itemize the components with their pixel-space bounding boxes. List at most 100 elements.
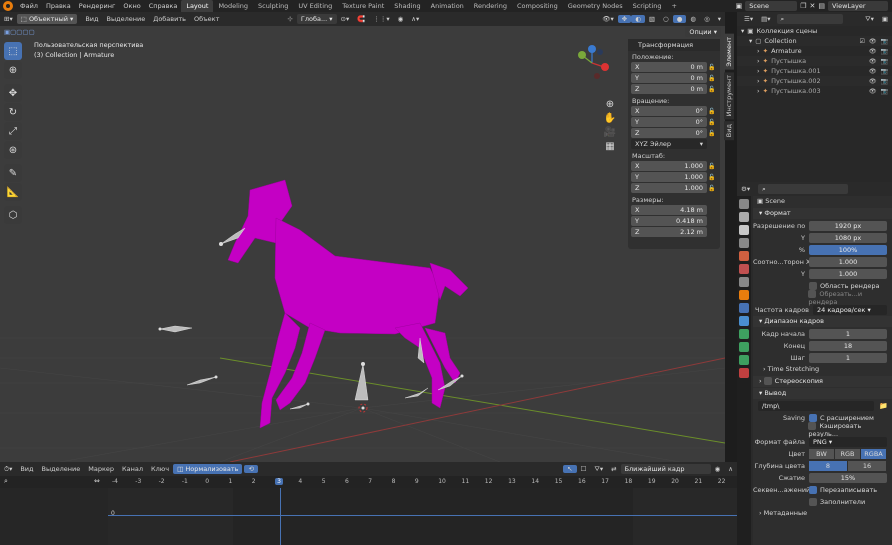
world-tab-icon[interactable] <box>739 264 749 274</box>
sync-icon[interactable]: ⟲ <box>244 465 258 473</box>
lock-icon[interactable]: 🔓 <box>707 130 717 137</box>
dimensions-z-field[interactable]: Z 2.12 m <box>631 227 707 237</box>
gizmo-z-axis-icon[interactable] <box>588 45 596 53</box>
lock-icon[interactable]: 🔓 <box>707 108 717 115</box>
blender-logo-icon[interactable] <box>3 1 13 11</box>
snap-icon[interactable]: 🧲 <box>353 15 369 23</box>
camera-icon[interactable]: 📷 <box>881 38 888 45</box>
mode-selector[interactable]: ⬚ Объектный ▾ <box>16 14 78 24</box>
output-tab-icon[interactable] <box>739 225 749 235</box>
eye-icon[interactable]: 👁 <box>869 68 877 75</box>
delete-scene-icon[interactable]: ✕ <box>810 2 816 10</box>
proportional-icon[interactable]: ◉ <box>711 465 725 473</box>
expand-arrow-icon[interactable]: › <box>757 57 760 65</box>
texture-tab-icon[interactable] <box>739 368 749 378</box>
transform-panel-title[interactable]: Трансформация <box>628 39 720 51</box>
workspace-tab-uv-editing[interactable]: UV Editing <box>293 0 337 12</box>
rotation-y-field[interactable]: Y 0° <box>631 117 707 127</box>
cache-result-checkbox[interactable]: Кэшировать резуль... <box>808 421 892 438</box>
orientation-icon[interactable]: ⊹ <box>283 15 296 23</box>
eye-icon[interactable]: 👁 <box>869 48 877 55</box>
overlay-toggle-icon[interactable]: ◐ <box>631 15 645 23</box>
select-box-mode-icon[interactable]: ▣▢▢▢▢ <box>0 28 39 36</box>
expand-arrow-icon[interactable]: › <box>757 87 760 95</box>
overwrite-checkbox[interactable]: Перезаписывать <box>809 485 877 494</box>
menu-render[interactable]: Рендеринг <box>75 0 120 12</box>
rotation-z-field[interactable]: Z 0° <box>631 128 707 138</box>
only-selected-icon[interactable]: ↖ <box>563 465 577 473</box>
falloff-icon[interactable]: ∧▾ <box>407 15 423 23</box>
tab-tool[interactable]: Инструмент <box>724 71 734 120</box>
scale-y-field[interactable]: Y 1.000 <box>631 172 707 182</box>
tab-view[interactable]: Вид <box>724 121 734 141</box>
filter-icon[interactable]: ⛛▾ <box>861 15 878 24</box>
outliner-row[interactable]: › ✦ Пустышка 👁 📷 <box>737 56 892 66</box>
workspace-tab-animation[interactable]: Animation <box>426 0 469 12</box>
frame-range-panel-header[interactable]: ▾ Диапазон кадров <box>753 316 892 327</box>
outliner-row[interactable]: › ✦ Пустышка.001 👁 📷 <box>737 66 892 76</box>
snap-icon[interactable]: ⇄ <box>607 465 620 473</box>
view-layer-selector[interactable]: ViewLayer <box>828 1 888 11</box>
color-depth-16[interactable]: 16 <box>848 460 886 471</box>
aspect-y-field[interactable]: 1.000 <box>809 268 887 279</box>
search-icon[interactable]: ⌕ <box>4 477 8 486</box>
output-path-input[interactable]: /tmp\ <box>758 400 875 411</box>
camera-icon[interactable]: 📷 <box>881 68 888 75</box>
eye-icon[interactable]: 👁 <box>869 78 877 85</box>
expand-arrow-icon[interactable]: › <box>757 47 760 55</box>
shading-options-icon[interactable]: ▾ <box>714 15 725 23</box>
current-frame-indicator[interactable]: 3 <box>275 478 283 485</box>
dimensions-y-field[interactable]: Y 0.418 m <box>631 216 707 226</box>
render-region-checkbox[interactable]: Область рендера <box>809 281 880 290</box>
zoom-icon[interactable]: ⊕ <box>603 98 617 112</box>
workspace-tab-compositing[interactable]: Compositing <box>512 0 563 12</box>
timeline-channels[interactable]: 0 <box>0 488 737 545</box>
location-z-field[interactable]: Z0 m <box>631 84 707 94</box>
dimensions-x-field[interactable]: X 4.18 m <box>631 205 707 215</box>
compression-slider[interactable]: 15% <box>809 472 887 483</box>
metadata-panel-header[interactable]: › Метаданные <box>753 508 892 519</box>
normalize-toggle[interactable]: ◫ Нормализовать <box>173 464 243 474</box>
camera-icon[interactable]: 📷 <box>881 78 888 85</box>
particles-tab-icon[interactable] <box>739 316 749 326</box>
properties-search-input[interactable]: ⌕ <box>758 184 849 194</box>
expand-arrow-icon[interactable]: › <box>757 77 760 85</box>
editor-type-icon[interactable]: ☰▾ <box>740 15 757 23</box>
format-panel-header[interactable]: ▾ Формат <box>753 208 892 219</box>
lock-icon[interactable]: 🔓 <box>707 163 717 170</box>
filter-icon[interactable]: ⛛▾ <box>590 465 607 474</box>
editor-type-icon[interactable]: ⏱▾ <box>0 465 16 474</box>
location-y-field[interactable]: Y0 m <box>631 73 707 83</box>
rotation-mode-select[interactable]: XYZ Эйлер ▾ <box>631 139 707 149</box>
frame-start-field[interactable]: 1 <box>809 328 887 339</box>
frame-step-field[interactable]: 1 <box>809 352 887 363</box>
camera-view-icon[interactable]: 🎥 <box>603 126 617 140</box>
camera-icon[interactable]: 📷 <box>881 48 888 55</box>
workspace-tab-modeling[interactable]: Modeling <box>213 0 253 12</box>
rotation-x-field[interactable]: X 0° <box>631 106 707 116</box>
outliner-search-input[interactable]: ⌕ <box>776 14 843 24</box>
color-mode-bw[interactable]: BW <box>809 448 834 459</box>
output-panel-header[interactable]: ▾ Вывод <box>753 388 892 399</box>
object-tab-icon[interactable] <box>739 290 749 300</box>
scene-icon[interactable]: ▣ <box>736 2 743 10</box>
frame-ruler[interactable]: ⌕ ⇔ -4 -3 -2 -1 0 1 2 3 4 5 6 7 8 9 10 11 12 13 14 15 16 17 18… <box>0 476 737 488</box>
tool-tab-icon[interactable] <box>739 199 749 209</box>
viewport-menu-object[interactable]: Объект <box>190 15 223 23</box>
options-dropdown[interactable]: Опции ▾ <box>685 27 721 37</box>
timeline-menu-select[interactable]: Выделение <box>38 465 85 473</box>
camera-icon[interactable]: 📷 <box>881 88 888 95</box>
resolution-y-field[interactable]: 1080 px <box>809 232 887 243</box>
file-format-select[interactable]: PNG ▾ <box>809 436 887 447</box>
gizmo-toggle-icon[interactable]: ✥ <box>617 15 632 23</box>
falloff-icon[interactable]: ∧ <box>724 465 737 473</box>
scale-z-field[interactable]: Z 1.000 <box>631 183 707 193</box>
outliner-row[interactable]: › ✦ Armature 👁 📷 <box>737 46 892 56</box>
swap-icon[interactable]: ⇔ <box>94 477 100 485</box>
shading-rendered-icon[interactable]: ◎ <box>700 15 714 23</box>
copy-scene-icon[interactable]: ❐ <box>800 2 806 10</box>
lock-icon[interactable]: 🔓 <box>707 75 717 82</box>
shading-wireframe-icon[interactable]: ○ <box>659 15 673 23</box>
data-tab-icon[interactable] <box>739 355 749 365</box>
scene-selector[interactable]: Scene <box>745 1 798 11</box>
